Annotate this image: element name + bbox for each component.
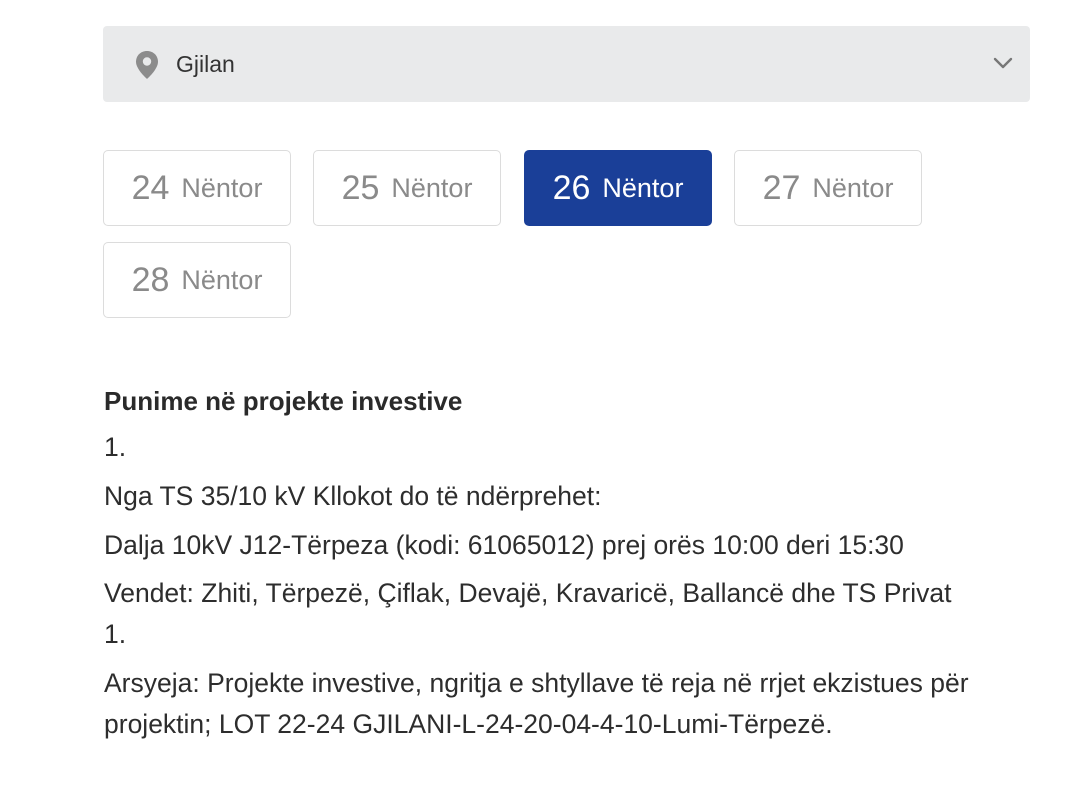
date-day: 25 (341, 169, 380, 207)
date-button-28[interactable]: 28 Nëntor (103, 242, 291, 318)
date-day: 24 (131, 169, 170, 207)
date-month: Nëntor (181, 173, 263, 203)
outage-notice: Punime në projekte investive 1. Nga TS 3… (104, 383, 1034, 745)
chevron-down-icon (992, 55, 1014, 71)
city-select-value: Gjilan (176, 51, 235, 77)
notice-source: Nga TS 35/10 kV Kllokot do të ndërprehet… (104, 481, 602, 511)
date-button-25[interactable]: 25 Nëntor (313, 150, 501, 226)
date-month: Nëntor (181, 265, 263, 295)
notice-number: 1. (104, 619, 127, 649)
date-day: 27 (762, 169, 801, 207)
date-button-27[interactable]: 27 Nëntor (734, 150, 922, 226)
date-month: Nëntor (602, 173, 684, 203)
location-pin-icon (134, 50, 160, 80)
date-month: Nëntor (812, 173, 894, 203)
notice-feeder: Dalja 10kV J12-Tërpeza (kodi: 61065012) … (104, 530, 904, 560)
date-button-26-selected[interactable]: 26 Nëntor (524, 150, 712, 226)
notice-heading: Punime në projekte investive (104, 386, 463, 416)
notice-reason: Arsyeja: Projekte investive, ngritja e s… (104, 668, 969, 739)
date-day: 26 (552, 169, 591, 207)
notice-number: 1. (104, 432, 127, 462)
date-button-24[interactable]: 24 Nëntor (103, 150, 291, 226)
date-day: 28 (131, 261, 170, 299)
date-month: Nëntor (391, 173, 473, 203)
city-select-dropdown[interactable]: Gjilan (103, 26, 1030, 102)
notice-places: Vendet: Zhiti, Tërpezë, Çiflak, Devajë, … (104, 578, 952, 608)
